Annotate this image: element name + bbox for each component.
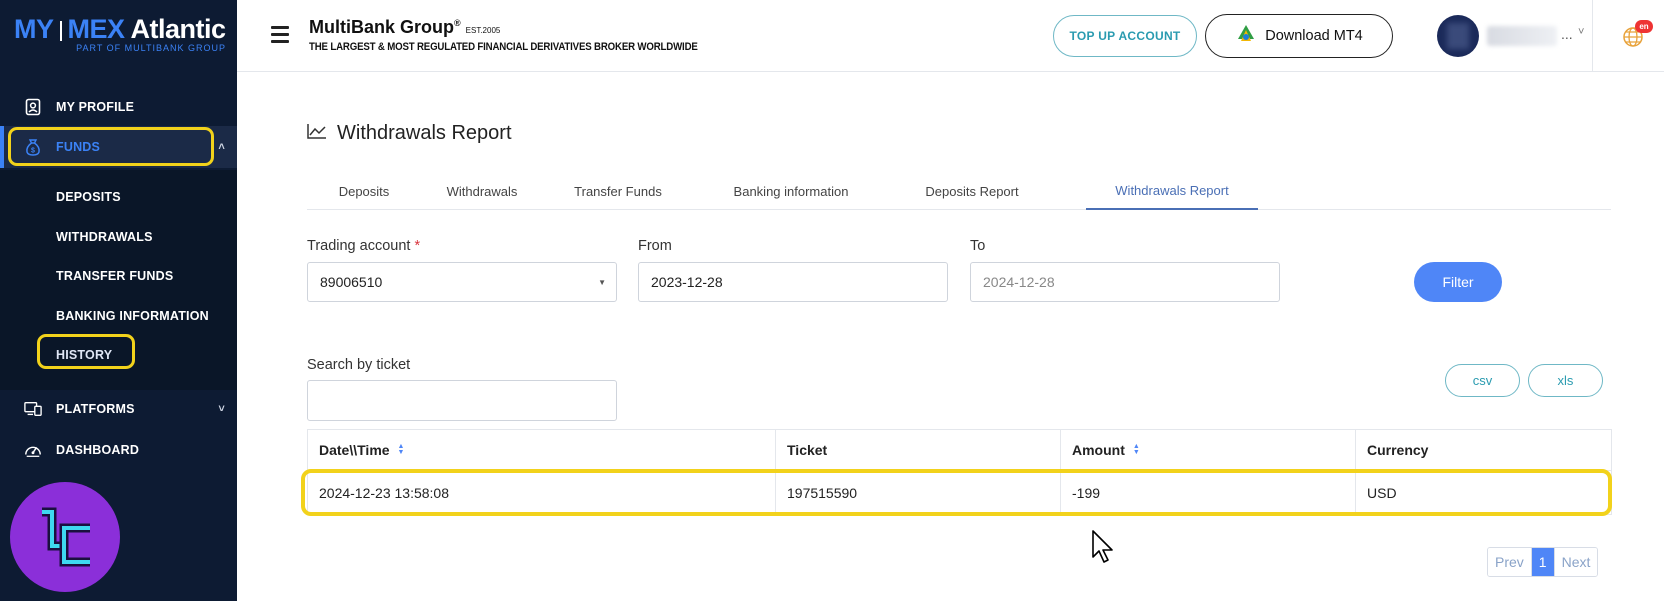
- tab-withdrawals[interactable]: Withdrawals: [421, 172, 543, 210]
- tab-transfer-funds[interactable]: Transfer Funds: [543, 172, 693, 210]
- export-xls-button[interactable]: xls: [1528, 364, 1603, 397]
- column-header-amount[interactable]: Amount ▲ ▼: [1061, 430, 1356, 470]
- sidebar-item-label: PLATFORMS: [56, 402, 135, 416]
- sort-icon[interactable]: ▲ ▼: [1133, 443, 1140, 456]
- sort-icon[interactable]: ▲ ▼: [398, 443, 405, 456]
- page-heading: Withdrawals Report: [307, 122, 512, 145]
- sidebar-subitem-withdrawals[interactable]: WITHDRAWALS: [56, 230, 153, 244]
- pagination: Prev 1 Next: [1487, 547, 1599, 577]
- chart-icon: [307, 123, 327, 144]
- tab-deposits[interactable]: Deposits: [307, 172, 421, 210]
- chevron-down-icon: ˅: [218, 403, 225, 415]
- watermark-logo: [10, 482, 120, 592]
- logo-subtitle: PART OF MULTIBANK GROUP: [76, 43, 226, 53]
- monitor-icon: [24, 400, 42, 418]
- column-header-currency: Currency: [1356, 430, 1611, 470]
- page-number-current[interactable]: 1: [1531, 548, 1555, 576]
- tab-banking-information[interactable]: Banking information: [693, 172, 889, 210]
- to-date-input[interactable]: 2024-12-28: [970, 262, 1280, 302]
- filter-button[interactable]: Filter: [1414, 262, 1502, 302]
- table-header: Date\\Time ▲ ▼ Ticket Amount ▲ ▼ Currency: [307, 429, 1612, 471]
- required-marker: *: [414, 238, 421, 254]
- column-header-label: Date\\Time: [319, 442, 390, 458]
- avatar[interactable]: [1437, 15, 1479, 57]
- gauge-icon: [24, 441, 42, 459]
- sidebar: MY MEX Atlantic PART OF MULTIBANK GROUP M…: [0, 0, 237, 601]
- trading-account-select[interactable]: 89006510 ▼: [307, 262, 617, 302]
- chevron-up-icon: ˄: [218, 141, 225, 153]
- brand-logo[interactable]: MY MEX Atlantic PART OF MULTIBANK GROUP: [14, 14, 226, 54]
- sidebar-item-my-profile[interactable]: MY PROFILE: [0, 89, 237, 125]
- search-ticket-input[interactable]: [307, 380, 617, 421]
- dropdown-caret-icon: ▼: [598, 278, 606, 287]
- from-date-input[interactable]: 2023-12-28: [638, 262, 948, 302]
- tab-deposits-report[interactable]: Deposits Report: [889, 172, 1055, 210]
- sidebar-item-label: MY PROFILE: [56, 100, 135, 114]
- mt4-icon: [1235, 23, 1257, 49]
- sidebar-item-dashboard[interactable]: DASHBOARD: [0, 432, 237, 468]
- brand-mark: ®: [454, 18, 461, 28]
- language-badge: en: [1635, 20, 1653, 33]
- search-by-ticket-label: Search by ticket: [307, 357, 411, 373]
- report-tabs: Deposits Withdrawals Transfer Funds Bank…: [307, 172, 1611, 210]
- menu-icon[interactable]: [271, 26, 289, 43]
- brand-est: EST.2005: [465, 26, 501, 35]
- top-up-account-button[interactable]: TOP UP ACCOUNT: [1053, 15, 1197, 57]
- column-header-label: Ticket: [787, 442, 828, 458]
- highlight-table-row: [301, 469, 1612, 516]
- column-header-date-time[interactable]: Date\\Time ▲ ▼: [308, 430, 776, 470]
- chevron-down-icon[interactable]: ˅: [1578, 26, 1584, 38]
- trading-account-label: Trading account *: [307, 238, 420, 254]
- prev-page-button[interactable]: Prev: [1488, 548, 1532, 576]
- download-mt4-button[interactable]: Download MT4: [1205, 14, 1393, 58]
- username-blurred[interactable]: [1487, 26, 1557, 46]
- sidebar-item-platforms[interactable]: PLATFORMS ˅: [0, 391, 237, 427]
- logo-part-atlantic: Atlantic: [130, 14, 227, 44]
- export-csv-button[interactable]: csv: [1445, 364, 1520, 397]
- username-ellipsis: ...: [1561, 26, 1573, 42]
- brand-title-text: MultiBank Group: [309, 17, 454, 37]
- top-header: MultiBank Group® EST.2005 THE LARGEST & …: [237, 0, 1664, 72]
- highlight-history: [37, 334, 135, 369]
- column-header-ticket: Ticket: [776, 430, 1061, 470]
- sidebar-subitem-transfer-funds[interactable]: TRANSFER FUNDS: [56, 269, 173, 283]
- tab-withdrawals-report[interactable]: Withdrawals Report: [1086, 172, 1258, 210]
- logo-part-mex: MEX: [67, 14, 126, 44]
- profile-icon: [24, 98, 42, 116]
- sidebar-item-label: DASHBOARD: [56, 443, 140, 457]
- active-indicator: [0, 126, 4, 168]
- highlight-funds: [8, 127, 214, 166]
- sidebar-subitem-deposits[interactable]: DEPOSITS: [56, 190, 121, 204]
- logo-part-my: MY: [14, 14, 54, 44]
- from-label: From: [638, 238, 672, 254]
- to-label: To: [970, 238, 986, 254]
- brand-subtitle: THE LARGEST & MOST REGULATED FINANCIAL D…: [309, 41, 698, 53]
- page-title: Withdrawals Report: [337, 122, 512, 144]
- header-divider: [1592, 0, 1593, 72]
- brand-title: MultiBank Group® EST.2005: [309, 17, 500, 38]
- download-mt4-label: Download MT4: [1265, 28, 1363, 44]
- trading-account-value: 89006510: [320, 274, 383, 290]
- column-header-label: Amount: [1072, 442, 1125, 458]
- mouse-cursor-icon: [1091, 529, 1117, 565]
- column-header-label: Currency: [1367, 442, 1429, 458]
- next-page-button[interactable]: Next: [1554, 548, 1598, 576]
- sidebar-subitem-banking-information[interactable]: BANKING INFORMATION: [56, 309, 209, 323]
- trading-account-label-text: Trading account: [307, 238, 411, 254]
